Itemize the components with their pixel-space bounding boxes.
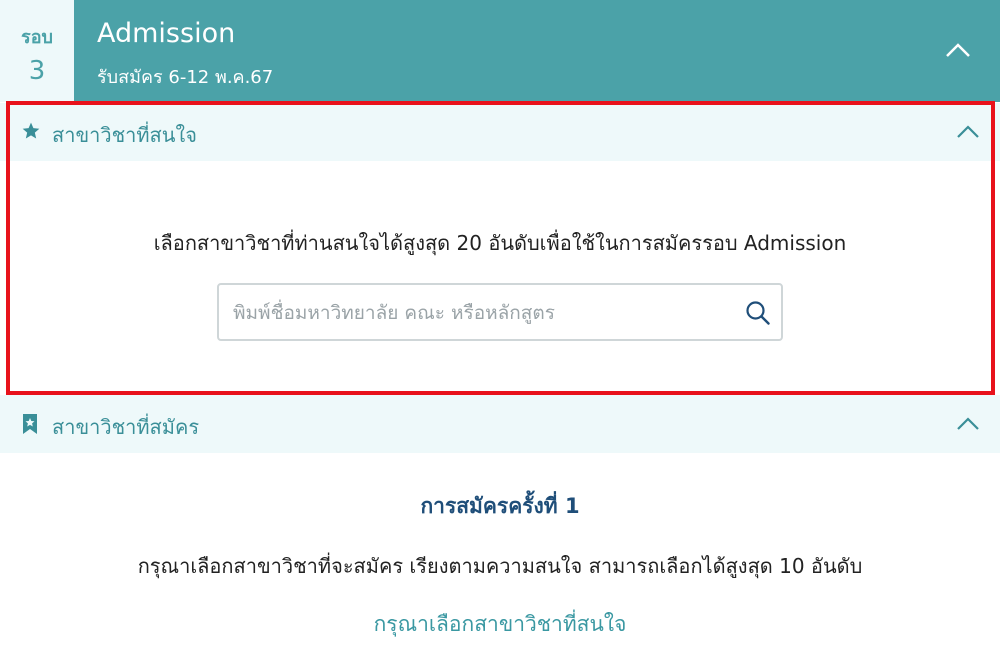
round-badge: รอบ 3	[0, 0, 74, 102]
round-label: รอบ	[21, 27, 53, 48]
interested-section-title: สาขาวิชาที่สนใจ	[52, 123, 197, 147]
chevron-up-icon[interactable]	[956, 124, 980, 139]
applied-description: กรุณาเลือกสาขาวิชาที่จะสมัคร เรียงตามควา…	[137, 554, 863, 578]
applied-section-title: สาขาวิชาที่สมัคร	[52, 415, 200, 439]
search-input[interactable]	[231, 285, 735, 341]
select-interested-link[interactable]: กรุณาเลือกสาขาวิชาที่สนใจ	[0, 608, 1000, 641]
interested-description: เลือกสาขาวิชาที่ท่านสนใจได้สูงสุด 20 อัน…	[153, 231, 847, 255]
application-round-heading: การสมัครครั้งที่ 1	[420, 494, 580, 518]
chevron-up-icon[interactable]	[956, 416, 980, 431]
interested-section-header[interactable]: สาขาวิชาที่สนใจ	[0, 103, 1000, 161]
round-number: 3	[28, 56, 46, 86]
round-subtitle: รับสมัคร 6-12 พ.ค.67	[97, 67, 274, 88]
search-field[interactable]	[217, 283, 783, 341]
chevron-up-icon[interactable]	[945, 42, 971, 58]
bookmark-icon	[21, 413, 39, 439]
search-icon[interactable]	[745, 300, 771, 330]
applied-section-header[interactable]: สาขาวิชาที่สมัคร	[0, 395, 1000, 453]
round-title: Admission	[97, 18, 236, 49]
star-icon	[21, 121, 41, 145]
round-header[interactable]: รอบ 3 Admission รับสมัคร 6-12 พ.ค.67	[0, 0, 1000, 102]
